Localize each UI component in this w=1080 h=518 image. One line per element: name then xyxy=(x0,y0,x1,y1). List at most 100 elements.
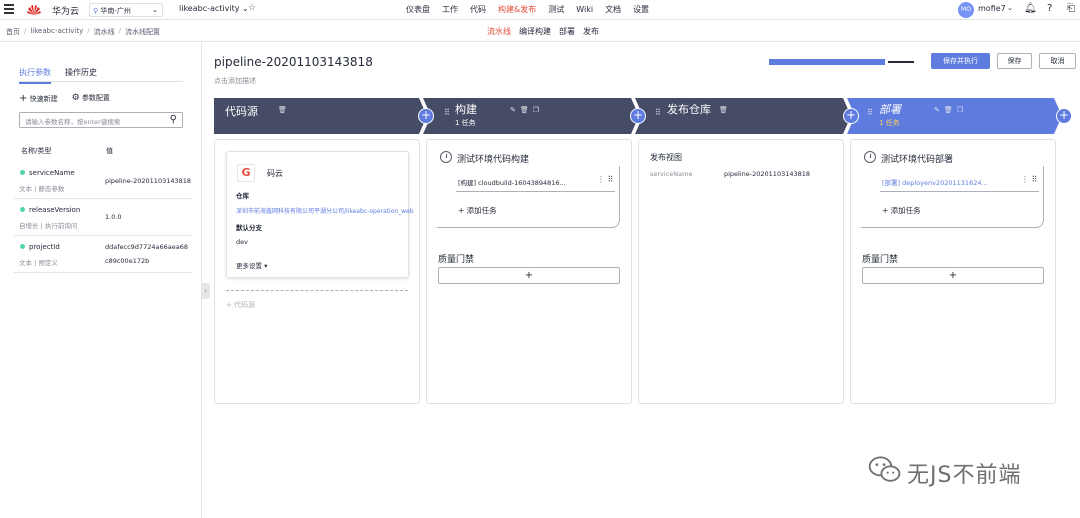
tab-build[interactable]: 编译构建 xyxy=(519,26,551,37)
save-button[interactable]: 保存 xyxy=(997,53,1032,69)
more-icon[interactable]: ⋮ ⠿ xyxy=(597,175,613,184)
stage-deploy-tools[interactable]: ✎🗑︎❐ xyxy=(934,106,967,114)
nav-wiki[interactable]: Wiki xyxy=(570,0,599,20)
nav-work[interactable]: 工作 xyxy=(436,0,464,20)
param-type: 自增长 | 执行前询问 xyxy=(19,222,78,230)
config-progress xyxy=(769,58,914,65)
task-item[interactable]: [构建] cloudbuild-16043894816... xyxy=(458,177,566,187)
stage-deploy-label[interactable]: 部署 xyxy=(879,101,901,117)
brand-name: 华为云 xyxy=(52,7,80,17)
tab-deploy[interactable]: 部署 xyxy=(559,26,575,37)
param-row[interactable]: serviceName 文本 | 静态参数 pipeline-202011031… xyxy=(14,164,192,199)
logout-icon[interactable]: ⎗ xyxy=(1067,3,1075,14)
breadcrumb-pipeline[interactable]: 流水线 xyxy=(94,27,115,37)
pipeline-title[interactable]: pipeline-20201103143818 xyxy=(214,55,373,69)
tab-release[interactable]: 发布 xyxy=(583,26,599,37)
repo-label: 仓库 xyxy=(236,192,249,200)
job-title[interactable]: 测试环境代码构建 xyxy=(457,152,529,165)
clock-icon xyxy=(864,151,876,163)
param-actions: + 快速新建 ⚙ 参数配置 xyxy=(19,93,110,104)
drag-handle-icon[interactable]: ⠿ xyxy=(444,108,450,117)
repo-link[interactable]: 深圳市前海鑫网科技有限公司平湖分公司/likeabc-operation_web xyxy=(236,206,414,215)
delete-icon[interactable]: 🗑︎ xyxy=(719,106,732,114)
stage-source-label[interactable]: 代码源 xyxy=(225,103,258,119)
watermark-text: 无JS不前端 xyxy=(907,463,1022,488)
add-task-button[interactable]: + 添加任务 xyxy=(882,205,921,216)
username[interactable]: mofie7 xyxy=(978,4,1006,13)
branch-label: 默认分支 xyxy=(236,224,262,232)
stage-deploy-count: 1 任务 xyxy=(879,119,900,127)
add-stage-button[interactable]: + xyxy=(1056,108,1072,124)
collapse-panel-handle[interactable]: ‹ xyxy=(201,283,210,299)
source-name: 码云 xyxy=(267,169,283,178)
quality-gate-title: 质量门禁 xyxy=(862,255,899,265)
main-nav: 仪表盘 工作 代码 构建&发布 测试 Wiki 文档 设置 xyxy=(400,0,655,20)
quick-new-button[interactable]: + 快速新建 xyxy=(19,93,58,104)
divider xyxy=(880,191,1039,192)
project-switcher[interactable]: likeabc-activity ⌄ xyxy=(179,4,249,13)
breadcrumb-home[interactable]: 首页 xyxy=(6,27,20,37)
task-item[interactable]: [部署] deployenv20201131624... xyxy=(882,177,988,187)
add-stage-button[interactable]: + xyxy=(843,108,859,124)
job-border xyxy=(437,166,620,228)
drag-handle-icon[interactable]: ⠿ xyxy=(867,108,873,117)
drag-handle-icon[interactable]: ⠿ xyxy=(655,108,661,117)
stage-build-label[interactable]: 构建 xyxy=(455,101,477,117)
stage-release-label[interactable]: 发布仓库 xyxy=(667,101,711,117)
add-stage-button[interactable]: + xyxy=(418,108,434,124)
job-title[interactable]: 测试环境代码部署 xyxy=(881,152,953,165)
add-quality-gate-button[interactable]: + xyxy=(438,267,620,284)
source-card[interactable]: G 码云 仓库 深圳市前海鑫网科技有限公司平湖分公司/likeabc-opera… xyxy=(226,151,414,278)
pipeline-description[interactable]: 点击添加描述 xyxy=(214,76,256,86)
tab-pipeline[interactable]: 流水线 xyxy=(487,26,511,37)
release-key: serviceName xyxy=(650,170,693,178)
search-icon[interactable]: ⚲ xyxy=(170,114,177,125)
param-value: 1.0.0 xyxy=(105,213,122,221)
breadcrumb-project[interactable]: likeabc-activity xyxy=(30,27,83,37)
release-view-title: 发布视图 xyxy=(650,153,682,162)
add-quality-gate-button[interactable]: + xyxy=(862,267,1044,284)
huawei-logo-icon[interactable] xyxy=(27,3,41,16)
param-type: 文本 | 预定义 xyxy=(19,259,58,267)
add-source-button[interactable]: + 代码源 xyxy=(226,300,255,310)
help-icon[interactable]: ? xyxy=(1047,3,1052,14)
cancel-button[interactable]: 取消 xyxy=(1039,53,1076,69)
release-column xyxy=(638,139,844,404)
more-icon[interactable]: ⋮ ⠿ xyxy=(1021,175,1037,184)
menu-icon[interactable] xyxy=(4,4,14,14)
param-row[interactable]: projectId 文本 | 预定义 ddafecc9d7724a66aea68… xyxy=(14,236,192,273)
param-row[interactable]: releaseVersion 自增长 | 执行前询问 1.0.0 xyxy=(14,199,192,236)
add-task-button[interactable]: + 添加任务 xyxy=(458,205,497,216)
wechat-logo-icon xyxy=(868,456,901,482)
region-label: 华南-广州 xyxy=(100,7,131,15)
nav-docs[interactable]: 文档 xyxy=(599,0,627,20)
param-value: pipeline-20201103143818 xyxy=(105,177,192,185)
col-name-header: 名称/类型 xyxy=(21,147,52,155)
param-search-input[interactable]: 请输入参数名称，按enter键搜索 ⚲ xyxy=(19,112,183,128)
param-config-button[interactable]: ⚙ 参数配置 xyxy=(72,93,110,104)
stage-build-tools[interactable]: ✎🗑︎❐ xyxy=(510,106,543,114)
delete-icon[interactable]: 🗑︎ xyxy=(278,106,291,114)
more-settings-toggle[interactable]: 更多设置 ▾ xyxy=(236,260,267,270)
avatar[interactable]: MO xyxy=(958,2,974,18)
sub-bar: 首页 / likeabc-activity / 流水线 / 流水线配置 流水线 编译构… xyxy=(0,21,1080,42)
star-icon[interactable]: ☆ xyxy=(248,3,256,13)
nav-dashboard[interactable]: 仪表盘 xyxy=(400,0,436,20)
clock-icon xyxy=(440,151,452,163)
chevron-down-icon[interactable]: ⌄ xyxy=(1007,4,1013,12)
progress-fill xyxy=(769,59,885,65)
stage-build-count: 1 任务 xyxy=(455,119,476,127)
nav-test[interactable]: 测试 xyxy=(542,0,570,20)
nav-build-release[interactable]: 构建&发布 xyxy=(492,0,542,20)
nav-code[interactable]: 代码 xyxy=(464,0,492,20)
bell-icon[interactable]: 🔔︎ xyxy=(1024,3,1037,14)
nav-settings[interactable]: 设置 xyxy=(627,0,655,20)
branch-value: dev xyxy=(236,238,248,246)
progress-track xyxy=(888,61,914,63)
add-stage-button[interactable]: + xyxy=(630,108,646,124)
plus-icon: + xyxy=(19,93,28,104)
breadcrumb-current: 流水线配置 xyxy=(125,28,160,36)
save-and-run-button[interactable]: 保存并执行 xyxy=(931,53,990,69)
region-select[interactable]: ⚲ 华南-广州 ⌄ xyxy=(89,3,163,17)
param-value-cont: c89c00e172b xyxy=(105,257,150,265)
